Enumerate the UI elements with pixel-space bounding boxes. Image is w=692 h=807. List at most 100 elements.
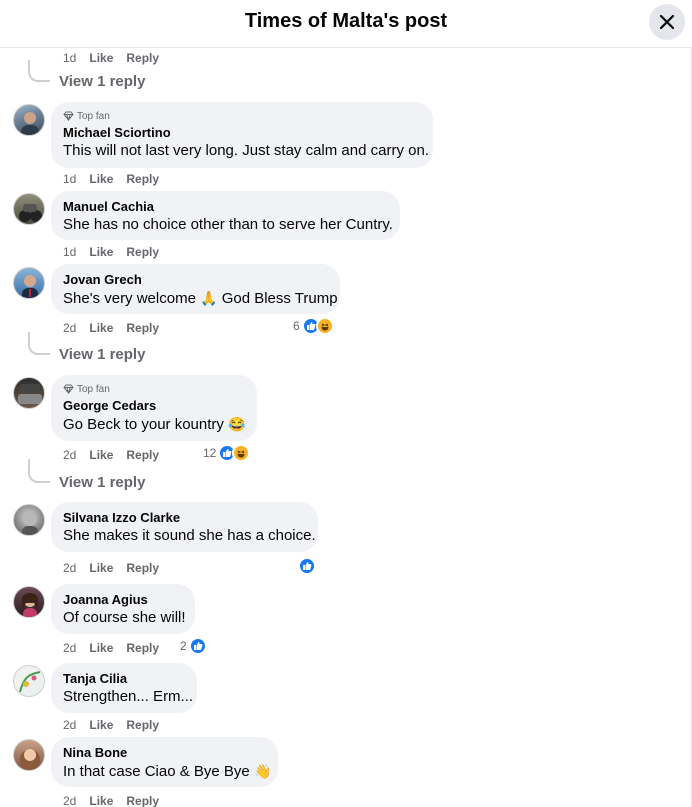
pray-emoji: 🙏 <box>200 290 218 306</box>
avatar[interactable] <box>13 104 45 136</box>
like-link[interactable]: Like <box>89 321 113 335</box>
comment-author[interactable]: Silvana Izzo Clarke <box>63 510 306 526</box>
like-reaction-icon <box>298 557 316 575</box>
reply-thread-line <box>28 60 50 82</box>
like-link[interactable]: Like <box>89 172 113 186</box>
avatar[interactable] <box>13 193 45 225</box>
avatar[interactable] <box>13 665 45 697</box>
reply-link[interactable]: Reply <box>126 172 159 186</box>
comment-actions: 2d Like Reply <box>63 321 159 335</box>
reaction-summary[interactable]: 12 <box>203 444 251 462</box>
top-fan-badge: Top fan <box>63 383 245 395</box>
comment-text: She has no choice other than to serve he… <box>63 216 393 233</box>
comment-author[interactable]: Michael Sciortino <box>63 125 421 141</box>
comment-bubble: Silvana Izzo Clarke She makes it sound s… <box>51 502 318 552</box>
view-replies-link[interactable]: View 1 reply <box>59 346 145 363</box>
comment-text: In that case Ciao & Bye Bye 👋 <box>63 763 272 780</box>
laugh-emoji: 😂 <box>228 416 246 432</box>
like-reaction-icon <box>188 637 207 655</box>
reply-link[interactable]: Reply <box>126 51 159 65</box>
avatar-image <box>22 593 38 617</box>
close-icon <box>659 14 675 30</box>
comment-author[interactable]: Tanja Cilia <box>63 671 185 687</box>
comment-actions: 2d Like Reply <box>63 641 159 655</box>
comment-bubble: Tanja Cilia Strengthen... Erm... <box>51 663 197 713</box>
view-replies-link[interactable]: View 1 reply <box>59 474 145 491</box>
comment-text: Strengthen... Erm... <box>63 688 194 705</box>
comment-actions: 2d Like Reply <box>63 794 159 807</box>
avatar-image <box>18 384 42 404</box>
wave-emoji: 👋 <box>253 763 272 779</box>
avatar-image <box>21 112 39 135</box>
reply-link[interactable]: Reply <box>126 794 159 807</box>
reaction-summary[interactable]: 2 <box>180 637 207 655</box>
avatar[interactable] <box>13 377 45 409</box>
comment-time[interactable]: 1d <box>63 172 76 186</box>
avatar[interactable] <box>13 267 45 299</box>
reaction-count: 6 <box>293 319 300 333</box>
reaction-summary[interactable]: 6 <box>293 317 334 335</box>
avatar[interactable] <box>13 586 45 618</box>
reply-link[interactable]: Reply <box>126 321 159 335</box>
comment-text: This will not last very long. Just stay … <box>63 142 429 159</box>
comment-bubble: Nina Bone In that case Ciao & Bye Bye 👋 <box>51 737 278 787</box>
like-link[interactable]: Like <box>89 718 113 732</box>
like-link[interactable]: Like <box>89 448 113 462</box>
view-replies-link[interactable]: View 1 reply <box>59 73 145 90</box>
reply-link[interactable]: Reply <box>126 448 159 462</box>
comment-author[interactable]: George Cedars <box>63 398 245 414</box>
comment-actions: 2d Like Reply <box>63 561 159 575</box>
comment-author[interactable]: Nina Bone <box>63 745 266 761</box>
avatar-image <box>22 512 38 535</box>
like-link[interactable]: Like <box>89 641 113 655</box>
comment-time[interactable]: 2d <box>63 321 76 335</box>
comment-text: She makes it sound she has a choice. <box>63 527 316 544</box>
comment-bubble: Top fan Michael Sciortino This will not … <box>51 102 433 168</box>
comment-actions: 1d Like Reply <box>63 245 159 259</box>
post-header: Times of Malta's post <box>0 0 692 48</box>
comment-bubble: Jovan Grech She's very welcome 🙏 God Ble… <box>51 264 340 314</box>
comment-actions: 1d Like Reply <box>63 172 159 186</box>
diamond-icon <box>63 111 74 121</box>
comments-list[interactable]: 1d Like Reply View 1 reply Top fan Micha… <box>0 48 692 807</box>
comment-text: Of course she will! <box>63 609 186 626</box>
like-link[interactable]: Like <box>89 51 113 65</box>
comment-bubble: Top fan George Cedars Go Beck to your ko… <box>51 375 257 441</box>
comment-time[interactable]: 2d <box>63 794 76 807</box>
comment-time[interactable]: 2d <box>63 641 76 655</box>
comment-author[interactable]: Jovan Grech <box>63 272 328 288</box>
avatar-image <box>20 749 40 770</box>
like-link[interactable]: Like <box>89 561 113 575</box>
comment-time[interactable]: 2d <box>63 718 76 732</box>
reaction-summary[interactable] <box>298 557 316 575</box>
reply-thread-line <box>28 332 50 355</box>
like-link[interactable]: Like <box>89 245 113 259</box>
comment-time[interactable]: 2d <box>63 561 76 575</box>
avatar[interactable] <box>13 739 45 771</box>
comment-actions: 1d Like Reply <box>63 51 159 65</box>
comment-author[interactable]: Manuel Cachia <box>63 199 388 215</box>
diamond-icon <box>63 384 74 394</box>
reply-link[interactable]: Reply <box>126 718 159 732</box>
avatar-image <box>19 671 41 693</box>
reaction-count: 12 <box>203 446 217 460</box>
haha-reaction-icon <box>315 317 334 335</box>
reply-link[interactable]: Reply <box>126 245 159 259</box>
post-title: Times of Malta's post <box>244 10 448 32</box>
avatar-image <box>19 204 42 222</box>
comment-author[interactable]: Joanna Agius <box>63 592 183 608</box>
haha-reaction-icon <box>232 444 251 462</box>
comment-time[interactable]: 1d <box>63 245 76 259</box>
comment-bubble: Joanna Agius Of course she will! <box>51 584 195 634</box>
reply-link[interactable]: Reply <box>126 561 159 575</box>
reply-thread-line <box>28 459 50 483</box>
avatar-image <box>22 275 38 298</box>
comment-actions: 2d Like Reply <box>63 448 159 462</box>
comment-time[interactable]: 1d <box>63 51 76 65</box>
comment-time[interactable]: 2d <box>63 448 76 462</box>
reply-link[interactable]: Reply <box>126 641 159 655</box>
like-link[interactable]: Like <box>89 794 113 807</box>
close-button[interactable] <box>649 4 685 40</box>
avatar[interactable] <box>13 504 45 536</box>
comment-text: She's very welcome 🙏 God Bless Trump <box>63 290 338 307</box>
